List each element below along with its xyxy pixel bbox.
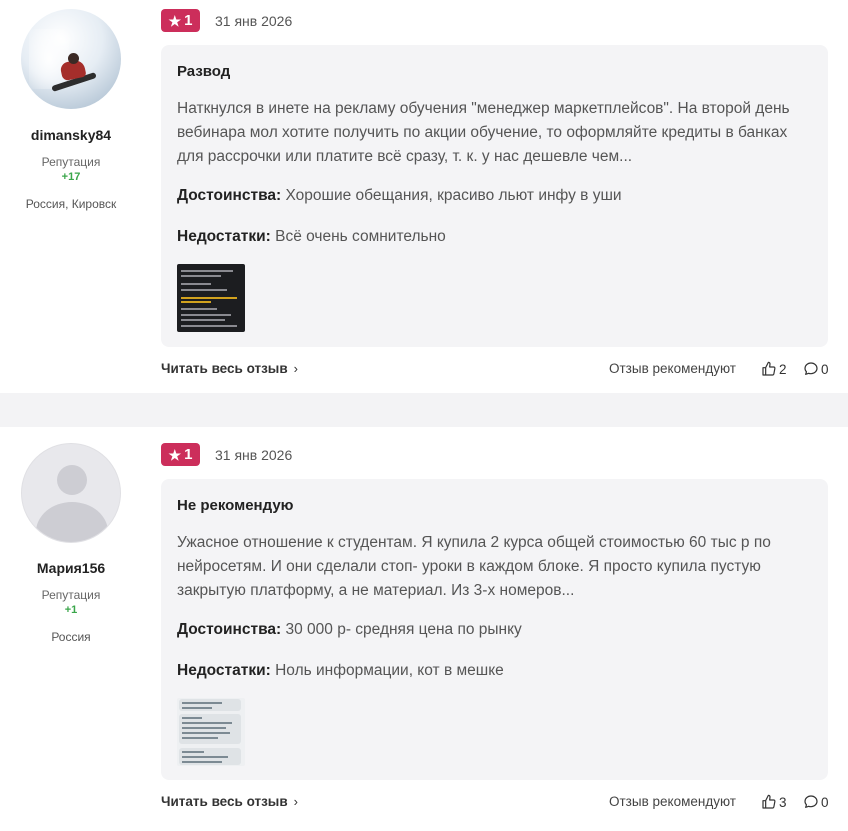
recommend-label: Отзыв рекомендуют: [609, 794, 736, 809]
reputation-value: +1: [64, 604, 78, 616]
review-photo-thumbnail[interactable]: [177, 264, 245, 332]
rating-value: 1: [184, 12, 193, 29]
like-button[interactable]: 2: [761, 361, 787, 377]
author-username[interactable]: dimansky84: [0, 127, 142, 143]
chevron-right-icon: ›: [293, 794, 298, 809]
rating-badge: ★ 1: [161, 9, 200, 32]
likes-count: 3: [779, 794, 787, 810]
star-icon: ★: [168, 12, 182, 29]
pros-label: Достоинства:: [177, 187, 282, 204]
review-author: dimansky84 Репутация +17 Россия, Кировск: [0, 0, 142, 211]
review-separator: [0, 393, 848, 427]
cons-text: Всё очень сомнительно: [275, 228, 446, 245]
review-date: 31 янв 2026: [215, 447, 293, 463]
comment-icon: [804, 795, 818, 808]
review-cons: Недостатки: Всё очень сомнительно: [177, 228, 446, 246]
review-title[interactable]: Развод: [177, 63, 230, 80]
author-location: Россия, Кировск: [25, 197, 117, 211]
review-pros: Достоинства: 30 000 р- средняя цена по р…: [177, 621, 522, 639]
review-author: Мария156 Репутация +1 Россия: [0, 427, 142, 644]
rating-badge: ★ 1: [161, 443, 200, 466]
reputation-label: Репутация: [41, 588, 101, 602]
comments-count: 0: [821, 361, 829, 377]
avatar[interactable]: [21, 443, 121, 543]
review-cons: Недостатки: Ноль информации, кот в мешке: [177, 662, 504, 680]
review-date: 31 янв 2026: [215, 13, 293, 29]
review-photo-thumbnail[interactable]: [177, 698, 245, 766]
review-pros: Достоинства: Хорошие обещания, красиво л…: [177, 187, 622, 205]
comments-button[interactable]: 0: [803, 794, 829, 810]
author-username[interactable]: Мария156: [0, 560, 142, 576]
reputation-value: +17: [61, 171, 81, 183]
read-more-label: Читать весь отзыв: [161, 361, 288, 376]
cons-text: Ноль информации, кот в мешке: [275, 662, 504, 679]
thumbs-up-icon: [762, 794, 776, 809]
cons-label: Недостатки:: [177, 228, 271, 245]
read-full-review-link[interactable]: Читать весь отзыв ›: [161, 361, 298, 376]
recommend-label: Отзыв рекомендуют: [609, 361, 736, 376]
pros-label: Достоинства:: [177, 621, 282, 638]
review-body: Развод Наткнулся в инете на рекламу обуч…: [161, 45, 828, 347]
review-title[interactable]: Не рекомендую: [177, 497, 293, 514]
avatar[interactable]: [21, 9, 121, 109]
author-location: Россия: [51, 630, 91, 644]
review-footer: Читать весь отзыв › Отзыв рекомендуют 2 0: [161, 361, 829, 379]
thumbs-up-icon: [762, 361, 776, 376]
cons-label: Недостатки:: [177, 662, 271, 679]
review-text: Наткнулся в инете на рекламу обучения "м…: [177, 100, 790, 165]
read-full-review-link[interactable]: Читать весь отзыв ›: [161, 794, 298, 809]
star-icon: ★: [168, 446, 182, 463]
review-text: Ужасное отношение к студентам. Я купила …: [177, 534, 771, 599]
review-card: dimansky84 Репутация +17 Россия, Кировск…: [0, 0, 848, 393]
pros-text: Хорошие обещания, красиво льют инфу в уш…: [285, 187, 622, 204]
comment-icon: [804, 362, 818, 375]
comments-count: 0: [821, 794, 829, 810]
review-footer: Читать весь отзыв › Отзыв рекомендуют 3 0: [161, 794, 829, 812]
rating-value: 1: [184, 446, 193, 463]
like-button[interactable]: 3: [761, 794, 787, 810]
likes-count: 2: [779, 361, 787, 377]
read-more-label: Читать весь отзыв: [161, 794, 288, 809]
comments-button[interactable]: 0: [803, 361, 829, 377]
chevron-right-icon: ›: [293, 361, 298, 376]
review-body: Не рекомендую Ужасное отношение к студен…: [161, 479, 828, 780]
pros-text: 30 000 р- средняя цена по рынку: [285, 621, 522, 638]
review-card: Мария156 Репутация +1 Россия ★ 1 31 янв …: [0, 427, 848, 831]
reputation-label: Репутация: [41, 155, 101, 169]
